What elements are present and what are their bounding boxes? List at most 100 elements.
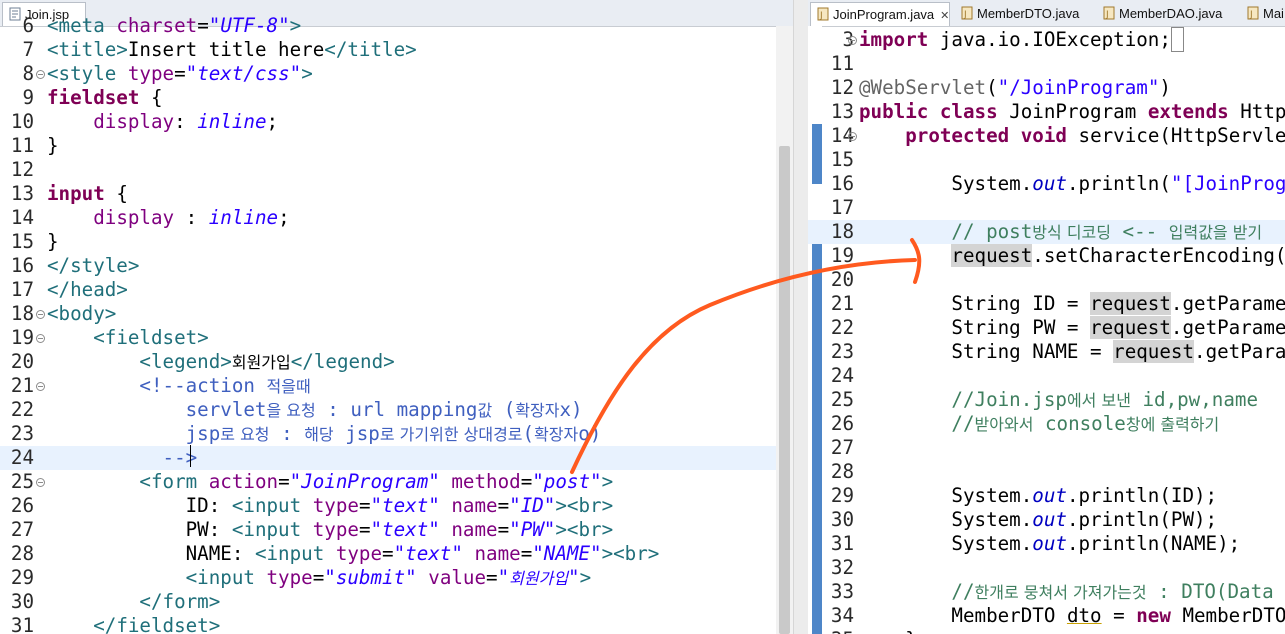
- code-line[interactable]: 8 <style type="text/css">: [0, 62, 793, 86]
- code-line[interactable]: 21 <!--action 적을때: [0, 374, 793, 398]
- code-line[interactable]: 18 <body>: [0, 302, 793, 326]
- code-line[interactable]: 6 <meta charset="UTF-8">: [0, 14, 793, 38]
- code-line[interactable]: 3 import java.io.IOException;: [808, 27, 1285, 52]
- fold-toggle-icon[interactable]: [848, 132, 857, 141]
- code-line[interactable]: 31 System.out.println(NAME);: [808, 532, 1285, 556]
- code-line[interactable]: 22 servlet을 요청 : url mapping값 (확장자x): [0, 398, 793, 422]
- code-line[interactable]: 17 </head>: [0, 278, 793, 302]
- code-text: NAME: <input type="text" name="NAME"><br…: [47, 542, 660, 565]
- code-text: </form>: [139, 590, 221, 613]
- code-line[interactable]: 10 display: inline;: [0, 110, 793, 134]
- tab-joinprogram-java[interactable]: J JoinProgram.java ✕: [810, 2, 951, 26]
- line-number: 31: [830, 532, 854, 555]
- code-line[interactable]: 23 String NAME = request.getParameter("N…: [808, 340, 1285, 364]
- code-line[interactable]: 12: [0, 158, 793, 182]
- fold-toggle-icon[interactable]: [36, 382, 45, 391]
- line-number: 12: [10, 158, 34, 181]
- code-line[interactable]: 21 String ID = request.getParameter("ID"…: [808, 292, 1285, 316]
- java-editor-pane[interactable]: J JoinProgram.java ✕ J MemberDTO.java J Member…: [808, 0, 1285, 634]
- code-text: }: [47, 230, 59, 253]
- code-line[interactable]: 34 MemberDTO dto = new MemberDTO(: [808, 604, 1285, 628]
- line-number: 13: [830, 100, 854, 123]
- tab-memberdao-java[interactable]: J MemberDAO.java: [1097, 2, 1222, 25]
- code-text: String PW = request.getParameter("PW");: [859, 316, 1285, 339]
- line-number: 22: [10, 398, 34, 421]
- code-line[interactable]: 27 PW: <input type="text" name="PW"><br>: [0, 518, 793, 542]
- code-text: display: inline;: [93, 110, 279, 133]
- fold-toggle-icon[interactable]: [848, 36, 857, 45]
- code-line[interactable]: 31 </fieldset>: [0, 614, 793, 634]
- code-text: System.out.println(ID);: [859, 484, 1218, 507]
- code-text: String ID = request.getParameter("ID");: [859, 292, 1285, 315]
- code-line[interactable]: 11: [808, 52, 1285, 76]
- line-number: 9: [22, 86, 34, 109]
- jsp-code-area[interactable]: 6 <meta charset="UTF-8"> 7 <title>Insert ti…: [0, 14, 793, 634]
- line-number: 20: [10, 350, 34, 373]
- code-line[interactable]: 35 }: [808, 628, 1285, 634]
- code-line[interactable]: 28 NAME: <input type="text" name="NAME">…: [0, 542, 793, 566]
- jsp-editor-pane[interactable]: Join.jsp 6 <meta charset="UTF-8"> 7 <title>…: [0, 0, 793, 634]
- code-line[interactable]: 12 @WebServlet("/JoinProgram"): [808, 76, 1285, 100]
- code-line[interactable]: 26 //받아와서 console창에 출력하기: [808, 412, 1285, 436]
- code-line[interactable]: 23 jsp로 요청 : 해당 jsp로 가기위한 상대경로(확장자o): [0, 422, 793, 446]
- java-file-icon: J: [1247, 6, 1259, 20]
- line-number: 23: [830, 340, 854, 363]
- tab-memberdto-java[interactable]: J MemberDTO.java: [955, 2, 1079, 25]
- code-line[interactable]: 18 // post방식 디코딩 <-- 입력값을 받기: [808, 220, 1285, 244]
- line-number: 24: [830, 364, 854, 387]
- code-line[interactable]: 22 String PW = request.getParameter("PW"…: [808, 316, 1285, 340]
- code-line[interactable]: 11}: [0, 134, 793, 158]
- code-line[interactable]: 16 </style>: [0, 254, 793, 278]
- code-line[interactable]: 13 input {: [0, 182, 793, 206]
- code-line[interactable]: 26 ID: <input type="text" name="ID"><br>: [0, 494, 793, 518]
- code-line[interactable]: 30 </form>: [0, 590, 793, 614]
- code-line[interactable]: 25 <form action="JoinProgram" method="po…: [0, 470, 793, 494]
- code-line[interactable]: 19 <fieldset>: [0, 326, 793, 350]
- fold-toggle-icon[interactable]: [36, 310, 45, 319]
- code-text: public class JoinProgram extends HttpSer…: [859, 100, 1285, 123]
- code-line[interactable]: 24 -->: [0, 446, 793, 470]
- code-line[interactable]: 29 <input type="submit" value="회원가입">: [0, 566, 793, 590]
- code-line[interactable]: 7 <title>Insert title here</title>: [0, 38, 793, 62]
- close-tab-icon[interactable]: ✕: [940, 10, 949, 22]
- code-line[interactable]: 30 System.out.println(PW);: [808, 508, 1285, 532]
- code-line[interactable]: 15}: [0, 230, 793, 254]
- code-line[interactable]: 27: [808, 436, 1285, 460]
- fold-toggle-icon[interactable]: [36, 334, 45, 343]
- code-line[interactable]: 28: [808, 460, 1285, 484]
- line-number: 17: [830, 196, 854, 219]
- code-line[interactable]: 32: [808, 556, 1285, 580]
- scrollbar-thumb[interactable]: [779, 146, 790, 634]
- fold-toggle-icon[interactable]: [36, 478, 45, 487]
- editor-split-divider[interactable]: [793, 0, 809, 634]
- code-line[interactable]: 29 System.out.println(ID);: [808, 484, 1285, 508]
- java-code-area[interactable]: 3 import java.io.IOException; 11 12 @WebSer…: [808, 26, 1285, 634]
- text-cursor: [190, 445, 191, 467]
- code-line[interactable]: 19 request.setCharacterEncoding("UTF-8")…: [808, 244, 1285, 268]
- line-number: 11: [10, 134, 34, 157]
- code-line[interactable]: 16 System.out.println("[JoinProgram]");: [808, 172, 1285, 196]
- code-line[interactable]: 25 //Join.jsp에서 보낸 id,pw,name: [808, 388, 1285, 412]
- code-line[interactable]: 15: [808, 148, 1285, 172]
- code-line[interactable]: 14 protected void service(HttpServletReq…: [808, 124, 1285, 148]
- code-line[interactable]: 20 <legend>회원가입</legend>: [0, 350, 793, 374]
- code-line[interactable]: 33 //한개로 뭉쳐서 가져가는것 : DTO(Data: [808, 580, 1285, 604]
- line-number: 16: [830, 172, 854, 195]
- code-text: input {: [47, 182, 128, 205]
- code-line[interactable]: 17: [808, 196, 1285, 220]
- code-line[interactable]: 13public class JoinProgram extends HttpS…: [808, 100, 1285, 124]
- code-text: <title>Insert title here</title>: [47, 38, 417, 61]
- code-text: @WebServlet("/JoinProgram"): [859, 76, 1171, 99]
- code-line[interactable]: 9 fieldset {: [0, 86, 793, 110]
- line-number: 6: [22, 14, 34, 37]
- code-text: </head>: [47, 278, 128, 301]
- tab-mai[interactable]: J Mai: [1241, 2, 1284, 25]
- code-text: ID: <input type="text" name="ID"><br>: [47, 494, 614, 517]
- code-line[interactable]: 20: [808, 268, 1285, 292]
- line-number: 27: [830, 436, 854, 459]
- line-number: 32: [830, 556, 854, 579]
- fold-toggle-icon[interactable]: [36, 70, 45, 79]
- code-text: <style type="text/css">: [47, 62, 313, 85]
- code-line[interactable]: 14 display : inline;: [0, 206, 793, 230]
- code-line[interactable]: 24: [808, 364, 1285, 388]
